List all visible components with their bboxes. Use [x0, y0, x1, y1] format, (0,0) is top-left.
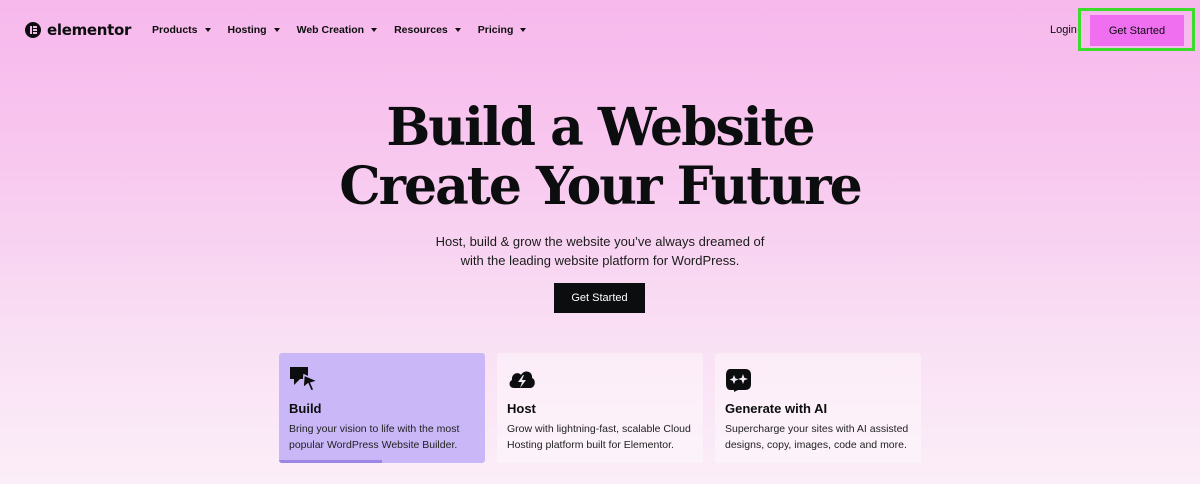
elementor-logo[interactable]: elementor	[25, 21, 131, 39]
elementor-logo-icon	[25, 22, 41, 38]
cloud-bolt-icon	[509, 371, 535, 388]
card-title: Host	[507, 401, 536, 416]
hero-subtitle: Host, build & grow the website you’ve al…	[0, 232, 1200, 270]
menu-item-hosting[interactable]: Hosting	[228, 24, 280, 36]
hero-title-line2: Create Your Future	[339, 156, 862, 217]
card-title: Build	[289, 401, 322, 416]
get-started-hero-button[interactable]: Get Started	[554, 283, 645, 313]
hero-subtitle-line2: with the leading website platform for Wo…	[460, 253, 740, 268]
feature-card-host[interactable]: Host Grow with lightning-fast, scalable …	[497, 353, 703, 463]
card-description: Bring your vision to life with the most …	[289, 423, 460, 451]
feature-card-build[interactable]: Build Bring your vision to life with the…	[279, 353, 485, 463]
chevron-down-icon	[371, 28, 378, 32]
menu-item-resources[interactable]: Resources	[394, 24, 461, 36]
menu-item-label: Products	[152, 24, 198, 36]
chevron-down-icon	[520, 28, 527, 32]
feature-card-ai[interactable]: Generate with AI Supercharge your sites …	[715, 353, 921, 463]
chevron-down-icon	[204, 28, 211, 32]
menu-item-products[interactable]: Products	[152, 24, 211, 36]
menu-item-label: Resources	[394, 24, 448, 36]
hero-subtitle-line1: Host, build & grow the website you’ve al…	[435, 234, 765, 249]
chevron-down-icon	[454, 28, 461, 32]
ai-sparkle-icon	[726, 369, 751, 392]
menu-item-pricing[interactable]: Pricing	[478, 24, 527, 36]
cursor-sparkle-icon	[290, 367, 319, 392]
top-navigation: elementor Products Hosting Web Creation …	[0, 0, 1200, 62]
brand-name: elementor	[47, 21, 132, 39]
card-description: Supercharge your sites with AI assisted …	[725, 423, 909, 451]
card-title: Generate with AI	[725, 401, 828, 416]
menu-item-web-creation[interactable]: Web Creation	[296, 24, 378, 36]
hero-title-line1: Build a Website	[386, 97, 815, 158]
menu-item-label: Hosting	[227, 24, 267, 36]
menu-item-label: Web Creation	[296, 24, 365, 36]
main-menu: Products Hosting Web Creation Resources …	[152, 24, 543, 36]
menu-item-label: Pricing	[477, 24, 514, 36]
chevron-down-icon	[273, 28, 280, 32]
card-description: Grow with lightning-fast, scalable Cloud…	[507, 423, 691, 451]
get-started-nav-button[interactable]: Get Started	[1090, 15, 1184, 46]
login-link[interactable]: Login	[1050, 24, 1077, 36]
card-progress-bar	[279, 460, 382, 463]
